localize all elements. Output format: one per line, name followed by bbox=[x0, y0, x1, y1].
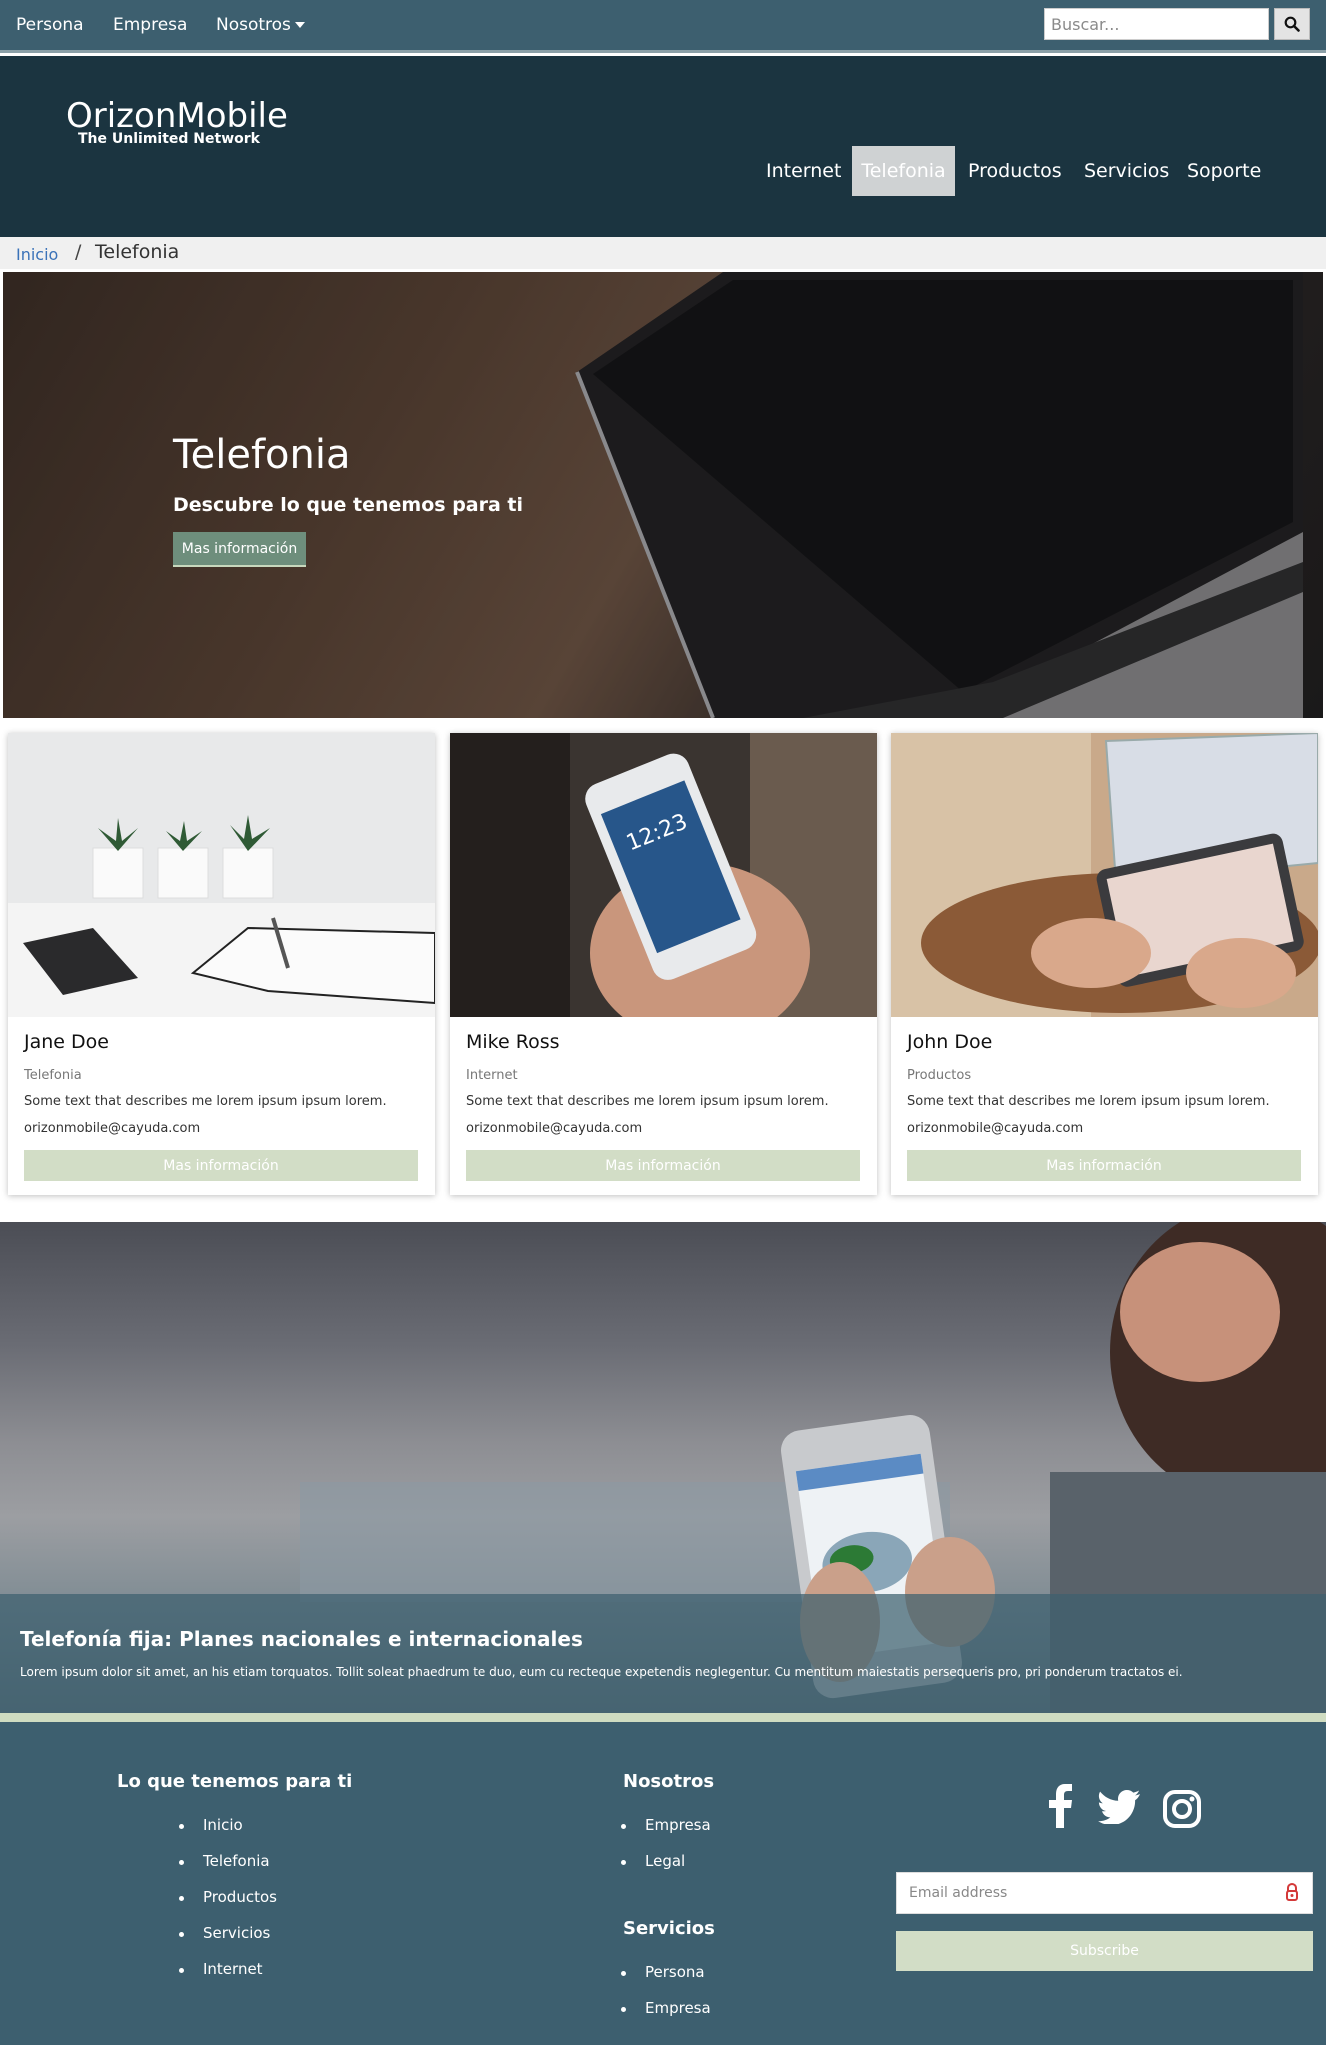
topbar-link-nosotros-label: Nosotros bbox=[216, 15, 291, 35]
card-more-info-button[interactable]: Mas información bbox=[907, 1150, 1301, 1181]
card-category: Internet bbox=[466, 1068, 518, 1083]
top-bar: Persona Empresa Nosotros bbox=[0, 0, 1326, 53]
card-description: Some text that describes me lorem ipsum … bbox=[907, 1094, 1270, 1109]
card-email: orizonmobile@cayuda.com bbox=[24, 1121, 201, 1136]
profile-card: Jane Doe Telefonia Some text that descri… bbox=[8, 733, 435, 1195]
footer-heading-nosotros: Nosotros bbox=[623, 1771, 715, 1792]
password-manager-icon[interactable] bbox=[1285, 1883, 1299, 1901]
footer-link-servicios[interactable]: Servicios bbox=[178, 1924, 270, 1942]
card-image-plants-desk bbox=[8, 733, 435, 1017]
card-more-info-button[interactable]: Mas información bbox=[466, 1150, 860, 1181]
hero-more-info-button[interactable]: Mas información bbox=[173, 532, 306, 567]
card-description: Some text that describes me lorem ipsum … bbox=[24, 1094, 387, 1109]
instagram-icon[interactable] bbox=[1163, 1790, 1201, 1828]
banner-text: Lorem ipsum dolor sit amet, an his etiam… bbox=[20, 1665, 1183, 1679]
site-logo[interactable]: OrizonMobile bbox=[66, 96, 288, 136]
nav-productos[interactable]: Productos bbox=[956, 146, 1074, 196]
search-button[interactable] bbox=[1274, 8, 1310, 40]
caret-down-icon bbox=[294, 22, 305, 28]
card-more-info-button[interactable]: Mas información bbox=[24, 1150, 418, 1181]
breadcrumb-home-link[interactable]: Inicio bbox=[16, 245, 58, 264]
search-icon bbox=[1284, 16, 1300, 32]
topbar-link-empresa[interactable]: Empresa bbox=[113, 15, 187, 35]
feature-banner: Telefonía fija: Planes nacionales e inte… bbox=[0, 1222, 1326, 1713]
profile-card: John Doe Productos Some text that descri… bbox=[891, 733, 1318, 1195]
topbar-link-persona[interactable]: Persona bbox=[16, 15, 84, 35]
newsletter-email-input[interactable] bbox=[896, 1872, 1313, 1914]
footer-heading-servicios: Servicios bbox=[623, 1918, 715, 1939]
breadcrumb: Inicio / Telefonia bbox=[0, 237, 1326, 269]
hero-subtitle: Descubre lo que tenemos para ti bbox=[173, 494, 524, 516]
twitter-icon[interactable] bbox=[1098, 1790, 1140, 1824]
card-name: Jane Doe bbox=[24, 1031, 109, 1053]
card-name: Mike Ross bbox=[466, 1031, 560, 1053]
card-description: Some text that describes me lorem ipsum … bbox=[466, 1094, 829, 1109]
hero-title: Telefonia bbox=[173, 432, 351, 478]
facebook-icon[interactable] bbox=[1046, 1784, 1074, 1828]
card-category: Productos bbox=[907, 1068, 972, 1083]
footer-link-legal[interactable]: Legal bbox=[620, 1852, 685, 1870]
nav-telefonia[interactable]: Telefonia bbox=[852, 146, 955, 196]
card-image-tablet-laptop bbox=[891, 733, 1318, 1017]
card-name: John Doe bbox=[907, 1031, 993, 1053]
footer-link-internet[interactable]: Internet bbox=[179, 1960, 263, 1978]
footer-link-telefonia[interactable]: Telefonia bbox=[179, 1852, 270, 1870]
footer-heading-lo-que-tenemos: Lo que tenemos para ti bbox=[117, 1771, 353, 1792]
nav-servicios[interactable]: Servicios bbox=[1072, 146, 1181, 196]
topbar-dropdown-nosotros[interactable]: Nosotros bbox=[216, 15, 305, 35]
breadcrumb-current: Telefonia bbox=[95, 241, 180, 263]
card-category: Telefonia bbox=[24, 1068, 82, 1083]
subscribe-button[interactable]: Subscribe bbox=[896, 1931, 1313, 1971]
card-email: orizonmobile@cayuda.com bbox=[907, 1121, 1084, 1136]
nav-internet[interactable]: Internet bbox=[754, 146, 853, 196]
footer-link-inicio[interactable]: Inicio bbox=[179, 1816, 243, 1834]
footer-link-persona[interactable]: Persona bbox=[621, 1963, 705, 1981]
hero-banner: Telefonia Descubre lo que tenemos para t… bbox=[3, 272, 1323, 718]
card-image-hand-phone: 12:23 bbox=[450, 733, 877, 1017]
search-input[interactable] bbox=[1044, 8, 1269, 40]
banner-caption-overlay bbox=[0, 1594, 1326, 1713]
banner-title: Telefonía fija: Planes nacionales e inte… bbox=[20, 1627, 583, 1651]
breadcrumb-separator: / bbox=[75, 241, 82, 263]
nav-soporte[interactable]: Soporte bbox=[1175, 146, 1273, 196]
footer-link-productos[interactable]: Productos bbox=[179, 1888, 277, 1906]
footer-link-empresa[interactable]: Empresa bbox=[621, 1816, 711, 1834]
card-email: orizonmobile@cayuda.com bbox=[466, 1121, 643, 1136]
site-tagline: The Unlimited Network bbox=[78, 131, 260, 147]
footer-link-empresa-servicios[interactable]: Empresa bbox=[621, 1999, 711, 2017]
profile-card: 12:23 Mike Ross Internet Some text that … bbox=[450, 733, 877, 1195]
